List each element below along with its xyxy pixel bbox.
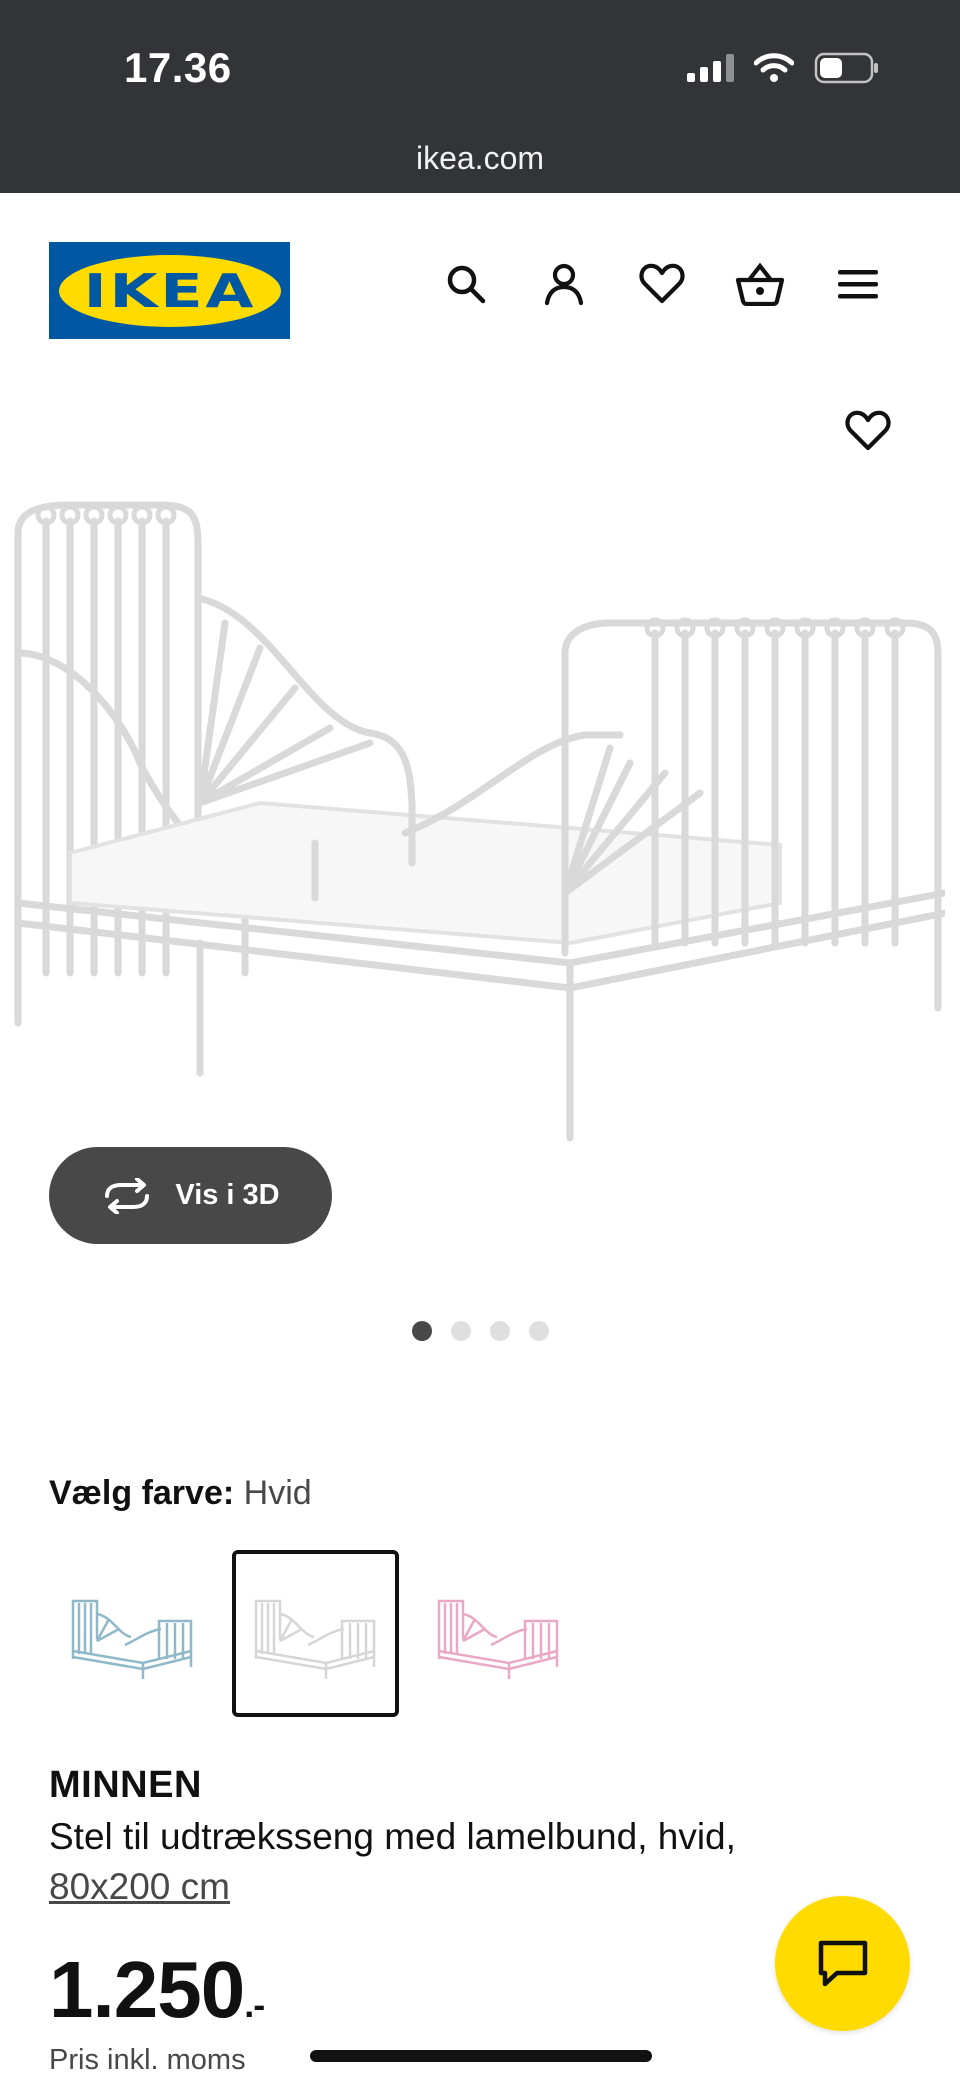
carousel-dot-2[interactable] <box>450 1321 471 1341</box>
signal-icon <box>687 54 734 82</box>
header-icons <box>440 258 884 310</box>
wifi-icon <box>754 53 794 82</box>
home-indicator <box>310 2050 652 2062</box>
price-note: Pris inkl. moms <box>49 2044 246 2076</box>
logo-text: IKEA <box>83 263 256 318</box>
color-label-text: Vælg farve: <box>49 1474 235 1512</box>
favourites-icon[interactable] <box>636 258 688 310</box>
menu-icon[interactable] <box>832 258 884 310</box>
product-image <box>10 473 945 1153</box>
product-name: MINNEN <box>49 1764 202 1806</box>
selected-color-value: Hvid <box>243 1474 312 1512</box>
color-option-turquoise[interactable] <box>49 1550 216 1717</box>
browser-top-bar: 17.36 ikea.com <box>0 0 960 193</box>
price-value: 1.250 <box>49 1945 245 2034</box>
product-price: 1.250.- <box>49 1944 265 2036</box>
color-swatches <box>49 1550 582 1717</box>
color-option-pink[interactable] <box>415 1550 582 1717</box>
add-to-favourites-button[interactable] <box>840 403 896 459</box>
bed-thumbnail-turquoise <box>71 1599 192 1679</box>
carousel-dot-3[interactable] <box>489 1321 510 1341</box>
search-icon[interactable] <box>440 258 492 310</box>
carousel-dots <box>0 1321 960 1341</box>
color-selector-label: Vælg farve: Hvid <box>49 1474 312 1513</box>
carousel-dot-1[interactable] <box>411 1321 432 1341</box>
bed-thumbnail-white <box>254 1599 375 1679</box>
site-header: IKEA <box>0 193 960 363</box>
chat-icon <box>818 1940 867 1986</box>
bed-thumbnail-pink <box>437 1599 558 1679</box>
product-size-link[interactable]: 80x200 cm <box>49 1866 230 1907</box>
color-option-white[interactable] <box>232 1550 399 1717</box>
url-bar[interactable]: ikea.com <box>0 140 960 177</box>
view-in-3d-label: Vis i 3D <box>175 1179 280 1211</box>
view-in-3d-button[interactable]: Vis i 3D <box>49 1147 332 1244</box>
logo-oval: IKEA <box>58 254 281 327</box>
price-suffix: .- <box>244 1984 265 2025</box>
chat-button[interactable] <box>775 1896 910 2031</box>
status-icons <box>687 52 880 84</box>
product-description: Stel til udtræksseng med lamelbund, hvid… <box>49 1812 889 1912</box>
carousel-dot-4[interactable] <box>528 1321 549 1341</box>
status-time: 17.36 <box>124 44 232 91</box>
heart-icon <box>845 410 891 451</box>
ikea-logo[interactable]: IKEA <box>49 242 290 339</box>
basket-icon[interactable] <box>734 258 786 310</box>
rotate-3d-icon <box>105 1177 150 1214</box>
account-icon[interactable] <box>538 258 590 310</box>
product-description-text: Stel til udtræksseng med lamelbund, hvid… <box>49 1816 736 1857</box>
product-gallery[interactable]: Vis i 3D <box>0 363 960 1343</box>
battery-icon <box>814 52 878 84</box>
